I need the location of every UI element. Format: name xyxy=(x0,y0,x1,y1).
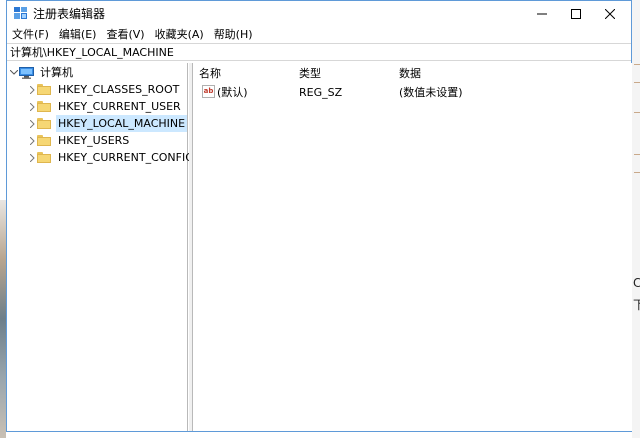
tree-item-label: 计算机 xyxy=(40,66,73,79)
tree-item-hkey-current-config[interactable]: HKEY_CURRENT_CONFIG xyxy=(27,149,196,166)
tree-item-label: HKEY_CLASSES_ROOT xyxy=(58,83,180,96)
tree-item-label: HKEY_CURRENT_CONFIG xyxy=(58,151,194,164)
background-glyph: 下 xyxy=(633,298,640,312)
chevron-down-icon[interactable] xyxy=(9,64,19,81)
maximize-button[interactable] xyxy=(559,1,593,27)
menu-bar: 文件(F) 编辑(E) 查看(V) 收藏夹(A) 帮助(H) xyxy=(7,27,631,43)
value-name: (默认) xyxy=(217,86,248,99)
tree-item-hkey-classes-root[interactable]: HKEY_CLASSES_ROOT xyxy=(27,81,181,98)
computer-icon xyxy=(19,66,34,79)
chevron-right-icon[interactable] xyxy=(27,98,37,115)
maximize-icon xyxy=(571,9,581,19)
folder-icon xyxy=(37,118,51,129)
folder-icon xyxy=(37,101,51,112)
chevron-right-icon[interactable] xyxy=(27,81,37,98)
background-mark xyxy=(634,112,640,113)
close-button[interactable] xyxy=(593,1,627,27)
background-mark xyxy=(634,82,640,83)
tree-item-hkey-users[interactable]: HKEY_USERS xyxy=(27,132,131,149)
folder-icon xyxy=(37,135,51,146)
tree-item-label: HKEY_LOCAL_MACHINE xyxy=(56,115,188,132)
key-tree-pane: 计算机 HKEY_CLASSES_ROOT HKEY_CURRENT_USER … xyxy=(7,63,194,431)
close-icon xyxy=(605,9,615,19)
background-glyph: C xyxy=(633,276,640,290)
address-path: 计算机\HKEY_LOCAL_MACHINE xyxy=(10,46,174,59)
chevron-right-icon[interactable] xyxy=(27,132,37,149)
column-header-data[interactable]: 数据 xyxy=(399,67,421,81)
value-data: (数值未设置) xyxy=(399,86,463,99)
address-bar[interactable]: 计算机\HKEY_LOCAL_MACHINE xyxy=(7,43,631,61)
background-mark xyxy=(634,64,640,65)
title-bar[interactable]: 注册表编辑器 xyxy=(7,1,631,27)
menu-edit[interactable]: 编辑(E) xyxy=(54,27,102,43)
background-mark xyxy=(634,154,640,155)
ab-string-icon: ab xyxy=(202,85,215,98)
minimize-button[interactable] xyxy=(525,1,559,27)
menu-favorites[interactable]: 收藏夹(A) xyxy=(150,27,209,43)
column-header-type[interactable]: 类型 xyxy=(299,67,321,81)
menu-file[interactable]: 文件(F) xyxy=(7,27,54,43)
folder-icon xyxy=(37,84,51,95)
tree-item-label: HKEY_USERS xyxy=(58,134,130,147)
values-list-pane: 名称 类型 数据 ab (默认) REG_SZ (数值未设置) xyxy=(192,63,632,431)
background-right-edge xyxy=(632,0,640,438)
tree-item-hkey-local-machine[interactable]: HKEY_LOCAL_MACHINE xyxy=(27,115,188,132)
tree-item-label: HKEY_CURRENT_USER xyxy=(58,100,181,113)
minimize-icon xyxy=(537,13,547,15)
column-header-name[interactable]: 名称 xyxy=(199,67,221,81)
folder-icon xyxy=(37,152,51,163)
value-type: REG_SZ xyxy=(299,86,343,99)
window-title: 注册表编辑器 xyxy=(33,7,106,21)
menu-view[interactable]: 查看(V) xyxy=(101,27,149,43)
registry-editor-window: 注册表编辑器 文件(F) 编辑(E) 查看(V) 收藏夹(A) 帮助(H) 计算… xyxy=(6,0,632,432)
registry-editor-icon xyxy=(14,7,27,19)
menu-help[interactable]: 帮助(H) xyxy=(209,27,258,43)
chevron-right-icon[interactable] xyxy=(27,149,37,166)
tree-item-computer[interactable]: 计算机 xyxy=(9,64,75,81)
chevron-right-icon[interactable] xyxy=(27,115,37,132)
background-mark xyxy=(634,172,640,173)
tree-item-hkey-current-user[interactable]: HKEY_CURRENT_USER xyxy=(27,98,183,115)
